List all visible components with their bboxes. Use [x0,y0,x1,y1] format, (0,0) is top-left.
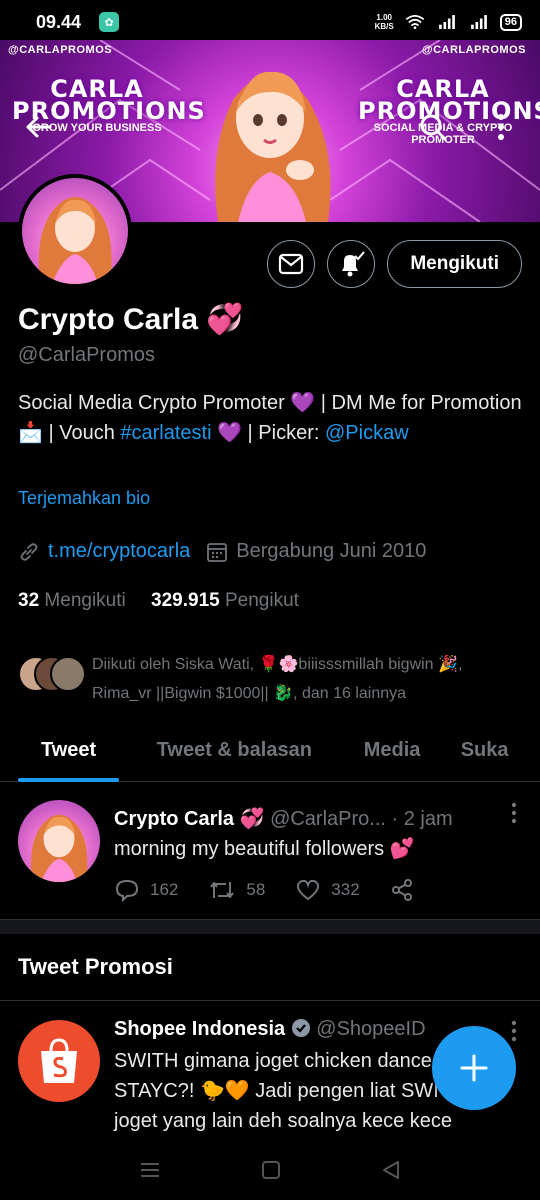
share-button[interactable] [390,878,414,902]
profile-website-link[interactable]: t.me/cryptocarla [48,540,190,563]
retweet-button[interactable]: 58 [208,878,265,902]
tweet-author-name[interactable]: Crypto Carla [114,808,234,830]
profile-tabs: Tweet Tweet & balasan Media Suka [0,718,540,782]
banner-character-illustration [215,71,331,222]
plus-icon [460,1054,488,1082]
tab-tweets-replies[interactable]: Tweet & balasan [135,718,333,782]
promoted-tweet-avatar[interactable] [18,1020,100,1102]
followers-count-link[interactable]: 329.915 Pengikut [151,590,299,611]
profile-meta: t.me/cryptocarla Bergabung Juni 2010 [18,540,426,563]
envelope-icon [279,253,304,275]
link-icon [20,542,38,561]
followed-by-avatars [18,656,88,696]
more-vertical-icon [511,1020,517,1042]
tweet-header: Crypto Carla 💞 @CarlaPro... · 2 jam [114,808,453,830]
search-button[interactable] [412,106,454,148]
retweet-icon [210,882,235,898]
tab-likes[interactable]: Suka [461,718,540,782]
tweet-avatar[interactable] [18,800,100,882]
promoted-section-title: Tweet Promosi [18,954,173,979]
joined-date: Bergabung Juni 2010 [236,540,427,562]
bell-check-icon [342,251,366,277]
promoted-author-handle: @ShopeeID [316,1018,426,1040]
tweet-actions: 162 58 332 [114,878,444,902]
calendar-icon [207,542,228,562]
reply-button[interactable]: 162 [114,878,178,902]
shopee-bag-icon [41,1038,77,1083]
back-button[interactable] [18,106,60,148]
profile-bio: Social Media Crypto Promoter 💜 | DM Me f… [18,392,522,444]
app-notification-icon: ✿ [99,12,120,32]
follow-counts: 32 Mengikuti 329.915 Pengikut [18,590,299,612]
tweet-more-button[interactable] [510,802,518,824]
mini-avatar [50,656,86,692]
status-bar: 09.44 ✿ 1.00 KB/S 96 [0,0,540,44]
more-options-button[interactable] [480,106,522,148]
profile-actions: Mengikuti [267,240,522,288]
arrow-left-icon [26,116,52,138]
profile-name: Crypto Carla 💞 [18,303,244,336]
following-button[interactable]: Mengikuti [387,240,522,288]
name-emoji: 💞 [206,303,244,336]
like-button[interactable]: 332 [295,878,360,902]
tweet-time: · 2 jam [391,808,453,830]
menu-icon[interactable] [139,1161,161,1179]
mention-link[interactable]: @Pickaw [325,422,409,444]
home-icon[interactable] [261,1160,281,1180]
verified-badge-icon [291,1019,310,1037]
tab-media[interactable]: Media [347,718,436,782]
signal-icon [438,15,455,29]
wifi-icon [405,15,425,29]
search-icon [420,114,447,141]
more-vertical-icon [511,802,517,824]
system-nav-bar [0,1140,540,1200]
compose-tweet-button[interactable] [432,1026,516,1110]
avatar-illustration [30,814,88,882]
banner-handle-right: @CARLAPROMOS [421,44,526,56]
tweet-text: morning my beautiful followers 💕 [114,838,415,860]
more-vertical-icon [498,114,504,140]
promoted-more-button[interactable] [510,1020,518,1042]
translate-bio-link[interactable]: Terjemahkan bio [18,488,150,509]
heart-icon [297,879,320,901]
status-time: 09.44 [36,11,82,32]
profile-avatar[interactable] [18,174,132,288]
hashtag-link[interactable]: #carlatesti [120,422,211,444]
tweet-author-handle: @CarlaPro... [270,808,386,830]
tweet[interactable]: Crypto Carla 💞 @CarlaPro... · 2 jam morn… [0,784,540,920]
notifications-button[interactable] [327,240,376,288]
back-icon[interactable] [381,1160,401,1180]
message-button[interactable] [267,240,316,288]
followed-by[interactable]: Diikuti oleh Siska Wati, 🌹🌸biiisssmillah… [18,650,522,708]
reply-icon [115,879,139,902]
promoted-tweet-header: Shopee Indonesia @ShopeeID [114,1018,494,1041]
divider [0,1000,540,1001]
signal-icon-2 [470,15,487,29]
avatar-image [22,178,128,284]
profile-handle: @CarlaPromos [18,344,156,366]
section-divider [0,920,540,934]
share-icon [391,879,412,901]
battery-icon: 96 [499,13,522,31]
network-speed: 1.00 KB/S [374,13,394,31]
status-indicators: 1.00 KB/S 96 [375,13,522,31]
following-count-link[interactable]: 32 Mengikuti [18,590,126,611]
promoted-author-name[interactable]: Shopee Indonesia [114,1018,285,1040]
followed-by-text: Diikuti oleh Siska Wati, 🌹🌸biiisssmillah… [92,656,463,702]
tab-tweet[interactable]: Tweet [18,718,120,782]
avatar-illustration [38,197,112,284]
banner-handle-left: @CARLAPROMOS [8,44,113,56]
